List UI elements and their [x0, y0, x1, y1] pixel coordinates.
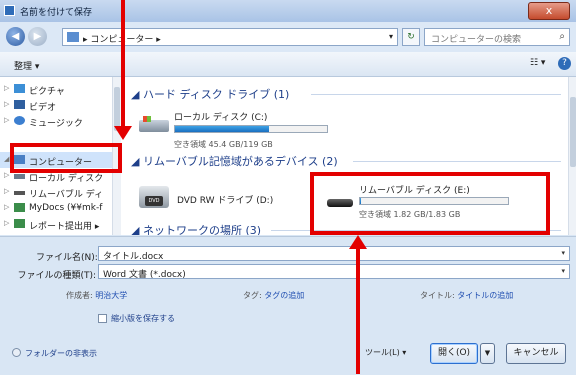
search-input[interactable]: コンピューターの検索 ⌕ [424, 28, 570, 46]
back-button[interactable]: ◀ [6, 27, 25, 46]
computer-icon [67, 32, 79, 42]
address-dropdown-icon[interactable]: ▾ [389, 32, 393, 41]
annotation-box-computer [10, 143, 122, 173]
title-label: タイトル: [420, 291, 455, 300]
forward-button[interactable]: ▶ [28, 27, 47, 46]
pictures-icon [14, 84, 25, 93]
nav-item-music[interactable]: ▷ ミュージック [0, 113, 120, 129]
navigation-bar: ◀ ▶ ▸ コンピューター ▸ ▾ ↻ コンピューターの検索 ⌕ [0, 22, 576, 52]
windows-logo-icon [143, 116, 151, 122]
filename-dropdown-icon[interactable]: ▾ [561, 249, 565, 257]
video-icon [14, 100, 25, 109]
view-options-button[interactable]: ☷ ▾ [530, 58, 545, 68]
expand-icon: ▷ [4, 219, 10, 227]
filetype-value: Word 文書 (*.docx) [103, 270, 186, 280]
filename-label: ファイル名(N): [36, 253, 98, 263]
drive-name: ローカル ディスク (C:) [174, 113, 268, 123]
nav-item-report[interactable]: ▷ レポート提出用 ▸ [0, 216, 120, 232]
nav-item-label: ビデオ [29, 103, 57, 113]
filetype-dropdown-icon[interactable]: ▾ [561, 267, 565, 275]
nav-item-videos[interactable]: ▷ ビデオ [0, 97, 120, 113]
nav-item-removable-disk[interactable]: ▷ リムーバブル ディ [0, 184, 120, 200]
network-drive-icon [14, 219, 25, 228]
expand-icon: ▷ [4, 203, 10, 211]
annotation-arrow-line [121, 0, 125, 128]
group-title: リムーバブル記憶域があるデバイス (2) [142, 155, 338, 168]
group-title: ネットワークの場所 (3) [142, 224, 262, 235]
annotation-arrow-head [349, 235, 367, 249]
expand-icon: ▷ [4, 84, 10, 92]
tags-field[interactable]: タグ: タグの追加 [243, 290, 304, 301]
search-placeholder: コンピューターの検索 [431, 35, 522, 45]
annotation-arrow-head [114, 126, 132, 140]
save-as-dialog: 名前を付けて保存 x ◀ ▶ ▸ コンピューター ▸ ▾ ↻ コンピューターの検… [0, 0, 576, 375]
drive-free-space: 空き領域 45.4 GB/119 GB [174, 140, 273, 149]
filetype-label: ファイルの種類(T): [17, 271, 96, 281]
organize-button[interactable]: 整理 ▾ [14, 59, 39, 72]
search-icon[interactable]: ⌕ [559, 31, 565, 42]
network-drive-icon [14, 203, 25, 212]
window-title: 名前を付けて保存 [20, 8, 93, 18]
scrollbar-thumb[interactable] [114, 87, 120, 131]
group-header-removable[interactable]: ◢ リムーバブル記憶域があるデバイス (2) [131, 153, 338, 169]
author-field[interactable]: 作成者: 明治大学 [66, 290, 127, 301]
refresh-button[interactable]: ↻ [402, 28, 420, 46]
hide-folders-button[interactable]: フォルダーの非表示 [12, 348, 97, 359]
expand-icon: ▷ [4, 187, 10, 195]
group-toggle-icon: ◢ [131, 155, 143, 168]
address-bar[interactable]: ▸ コンピューター ▸ ▾ [62, 28, 398, 46]
drive-name: DVD RW ドライブ (D:) [177, 196, 274, 206]
dvd-disc-icon: DVD [145, 196, 163, 206]
nav-item-label: ミュージック [29, 119, 83, 129]
drive-usage-bar [174, 125, 328, 133]
music-icon [14, 116, 25, 125]
cancel-button[interactable]: キャンセル [506, 343, 566, 364]
expand-icon: ▷ [4, 100, 10, 108]
local-disk-icon [14, 174, 25, 179]
expand-icon: ▷ [4, 116, 10, 124]
drive-usage-fill [175, 126, 270, 132]
group-title: ハード ディスク ドライブ (1) [142, 88, 290, 101]
open-button[interactable]: 開く(O) [430, 343, 478, 364]
tags-value: タグの追加 [264, 291, 305, 300]
app-icon [4, 5, 15, 16]
author-value: 明治大学 [95, 291, 128, 300]
group-divider [353, 161, 561, 162]
removable-disk-icon [14, 191, 25, 195]
help-icon[interactable]: ? [558, 57, 571, 70]
title-value: タイトルの追加 [457, 291, 514, 300]
filename-value: タイトル.docx [103, 252, 164, 262]
author-label: 作成者: [66, 291, 93, 300]
hide-folders-label: フォルダーの非表示 [25, 349, 97, 358]
title-field[interactable]: タイトル: タイトルの追加 [420, 290, 513, 301]
group-header-hdd[interactable]: ◢ ハード ディスク ドライブ (1) [131, 86, 289, 102]
tools-menu[interactable]: ツール(L) ▾ [365, 347, 406, 358]
file-list-scrollbar[interactable] [568, 77, 576, 235]
filetype-select[interactable]: Word 文書 (*.docx) ▾ [98, 264, 570, 280]
thumbnail-label: 縮小版を保存する [111, 314, 175, 323]
nav-item-label: リムーバブル ディ [29, 190, 104, 200]
annotation-box-removable [310, 172, 550, 235]
filename-input[interactable]: タイトル.docx ▾ [98, 246, 570, 262]
nav-item-label: レポート提出用 ▸ [29, 222, 100, 232]
expand-icon: ▷ [4, 171, 10, 179]
tags-label: タグ: [243, 291, 262, 300]
thumbnail-checkbox[interactable] [98, 314, 107, 323]
command-bar: 整理 ▾ ☷ ▾ ? [0, 52, 576, 77]
collapse-icon: ◢ [4, 155, 10, 163]
group-header-network[interactable]: ◢ ネットワークの場所 (3) [131, 222, 261, 235]
nav-item-label: MyDocs (¥¥mk-f [29, 203, 103, 213]
nav-item-pictures[interactable]: ▷ ピクチャ [0, 81, 120, 97]
nav-item-mydocs[interactable]: ▷ MyDocs (¥¥mk-f [0, 200, 120, 216]
group-divider [311, 94, 561, 95]
open-dropdown-button[interactable]: ▼ [480, 343, 495, 364]
group-toggle-icon: ◢ [131, 224, 143, 235]
title-bar: 名前を付けて保存 x [0, 0, 576, 22]
annotation-arrow-line [356, 249, 360, 374]
scrollbar-thumb[interactable] [570, 97, 576, 167]
nav-item-label: ピクチャ [29, 87, 65, 97]
close-button[interactable]: x [528, 2, 570, 20]
group-toggle-icon: ◢ [131, 88, 143, 101]
collapse-circle-icon [12, 348, 21, 357]
